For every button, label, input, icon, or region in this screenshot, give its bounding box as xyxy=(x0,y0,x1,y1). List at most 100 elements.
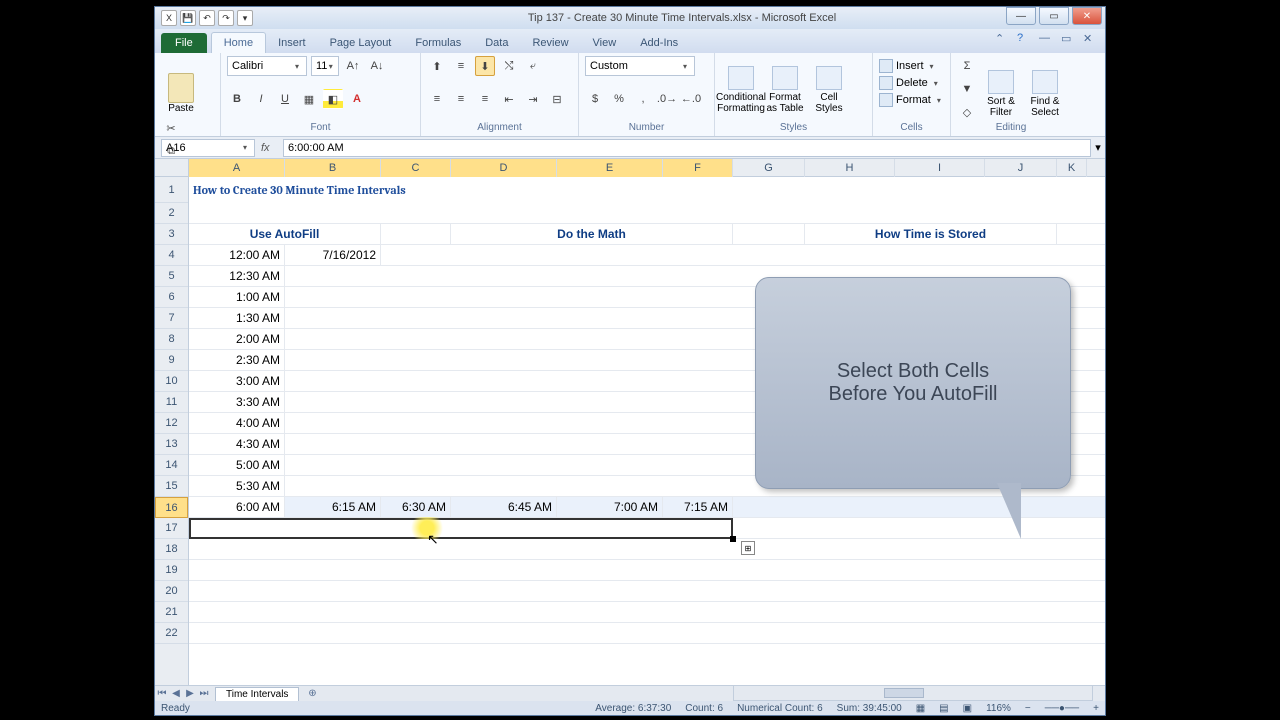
row-header[interactable]: 21 xyxy=(155,602,188,623)
col-header[interactable]: J xyxy=(985,159,1057,177)
tab-data[interactable]: Data xyxy=(473,33,520,53)
row-header[interactable]: 13 xyxy=(155,434,188,455)
autosum-icon[interactable]: Σ xyxy=(957,56,977,76)
row-header[interactable]: 5 xyxy=(155,266,188,287)
zoom-level[interactable]: 116% xyxy=(986,703,1011,714)
row-header[interactable]: 17 xyxy=(155,518,188,539)
close-button[interactable]: ✕ xyxy=(1072,7,1102,25)
cell[interactable]: 5:30 AM xyxy=(189,476,285,496)
fx-icon[interactable]: fx xyxy=(261,142,277,154)
cell-label-stored[interactable]: How Time is Stored xyxy=(805,224,1057,244)
cell[interactable]: 7/16/2012 xyxy=(285,245,381,265)
row-header[interactable]: 9 xyxy=(155,350,188,371)
cell[interactable]: 4:00 AM xyxy=(189,413,285,433)
percent-icon[interactable]: % xyxy=(609,89,629,109)
col-header[interactable]: C xyxy=(381,159,451,177)
row-header[interactable]: 1 xyxy=(155,177,188,203)
col-header[interactable]: B xyxy=(285,159,381,177)
decrease-font-icon[interactable]: A↓ xyxy=(367,56,387,76)
cell[interactable]: 6:30 AM xyxy=(381,497,451,517)
select-all-corner[interactable] xyxy=(155,159,188,177)
row-header[interactable]: 4 xyxy=(155,245,188,266)
row-header[interactable]: 20 xyxy=(155,581,188,602)
formula-input[interactable]: 6:00:00 AM xyxy=(283,139,1091,157)
sheet-tab[interactable]: Time Intervals xyxy=(215,687,299,701)
row-header[interactable]: 18 xyxy=(155,539,188,560)
cell[interactable]: 7:15 AM xyxy=(663,497,733,517)
delete-cells-button[interactable]: Delete▾ xyxy=(879,76,944,90)
cell[interactable]: 12:30 AM xyxy=(189,266,285,286)
minimize-button[interactable]: — xyxy=(1006,7,1036,25)
sort-filter-button[interactable]: Sort & Filter xyxy=(981,60,1021,118)
redo-icon[interactable]: ↷ xyxy=(218,10,234,26)
cell[interactable]: 3:00 AM xyxy=(189,371,285,391)
col-header[interactable]: H xyxy=(805,159,895,177)
format-as-table-button[interactable]: Format as Table xyxy=(765,56,805,114)
row-header[interactable]: 8 xyxy=(155,329,188,350)
number-format-select[interactable]: Custom▾ xyxy=(585,56,695,76)
merge-center-icon[interactable]: ⊟ xyxy=(547,89,567,109)
col-header[interactable]: A xyxy=(189,159,285,177)
tab-addins[interactable]: Add-Ins xyxy=(628,33,690,53)
window-min-icon[interactable]: — xyxy=(1039,32,1055,48)
cell[interactable]: 3:30 AM xyxy=(189,392,285,412)
horizontal-scrollbar[interactable] xyxy=(733,685,1093,701)
minimize-ribbon-icon[interactable]: ⌃ xyxy=(995,32,1011,48)
fill-color-button[interactable]: ◧ xyxy=(323,89,343,109)
indent-dec-icon[interactable]: ⇤ xyxy=(499,89,519,109)
autofill-options-icon[interactable]: ⊞ xyxy=(741,541,755,555)
cell[interactable]: 4:30 AM xyxy=(189,434,285,454)
col-header[interactable]: G xyxy=(733,159,805,177)
row-header[interactable]: 3 xyxy=(155,224,188,245)
view-normal-icon[interactable]: ▦ xyxy=(916,703,925,714)
tab-nav-last-icon[interactable]: ⏭ xyxy=(197,688,211,699)
row-header[interactable]: 2 xyxy=(155,203,188,224)
tab-view[interactable]: View xyxy=(581,33,629,53)
cell[interactable]: 2:30 AM xyxy=(189,350,285,370)
align-bottom-icon[interactable]: ⬇ xyxy=(475,56,495,76)
cut-icon[interactable]: ✂ xyxy=(161,118,181,138)
fill-handle[interactable] xyxy=(730,536,736,542)
save-icon[interactable]: 💾 xyxy=(180,10,196,26)
cell-label-autofill[interactable]: Use AutoFill xyxy=(189,224,381,244)
row-header[interactable]: 6 xyxy=(155,287,188,308)
format-cells-button[interactable]: Format▾ xyxy=(879,93,944,107)
align-middle-icon[interactable]: ≡ xyxy=(451,56,471,76)
italic-button[interactable]: I xyxy=(251,89,271,109)
inc-decimal-icon[interactable]: .0→ xyxy=(657,89,677,109)
col-header[interactable]: E xyxy=(557,159,663,177)
tab-review[interactable]: Review xyxy=(520,33,580,53)
tab-file[interactable]: File xyxy=(161,33,207,53)
cell[interactable]: 2:00 AM xyxy=(189,329,285,349)
align-left-icon[interactable]: ≡ xyxy=(427,89,447,109)
cell-styles-button[interactable]: Cell Styles xyxy=(809,56,849,114)
zoom-in-icon[interactable]: + xyxy=(1093,703,1099,714)
cell[interactable]: 6:15 AM xyxy=(285,497,381,517)
col-header[interactable]: D xyxy=(451,159,557,177)
view-pagebreak-icon[interactable]: ▣ xyxy=(963,703,972,714)
zoom-slider[interactable]: ──●── xyxy=(1045,703,1079,714)
cell[interactable]: 7:00 AM xyxy=(557,497,663,517)
grid[interactable]: A B C D E F G H I J K How to Create 30 M… xyxy=(189,159,1105,685)
col-header[interactable]: I xyxy=(895,159,985,177)
font-size-select[interactable]: 11▾ xyxy=(311,56,339,76)
copy-icon[interactable]: ⧉ xyxy=(161,141,181,161)
conditional-formatting-button[interactable]: Conditional Formatting xyxy=(721,56,761,114)
font-name-select[interactable]: Calibri▾ xyxy=(227,56,307,76)
comma-icon[interactable]: , xyxy=(633,89,653,109)
row-header[interactable]: 12 xyxy=(155,413,188,434)
new-sheet-icon[interactable]: ⊕ xyxy=(305,688,319,699)
orientation-icon[interactable]: ⤭ xyxy=(499,56,519,76)
border-button[interactable]: ▦ xyxy=(299,89,319,109)
row-header[interactable]: 15 xyxy=(155,476,188,497)
row-header[interactable]: 16 xyxy=(155,497,188,518)
dec-decimal-icon[interactable]: ←.0 xyxy=(681,89,701,109)
wrap-text-icon[interactable]: ⤶ xyxy=(523,56,543,76)
row-header[interactable]: 7 xyxy=(155,308,188,329)
font-color-button[interactable]: A xyxy=(347,89,367,109)
col-header[interactable]: K xyxy=(1057,159,1087,177)
indent-inc-icon[interactable]: ⇥ xyxy=(523,89,543,109)
align-center-icon[interactable]: ≡ xyxy=(451,89,471,109)
row-header[interactable]: 22 xyxy=(155,623,188,644)
cell[interactable]: 1:00 AM xyxy=(189,287,285,307)
